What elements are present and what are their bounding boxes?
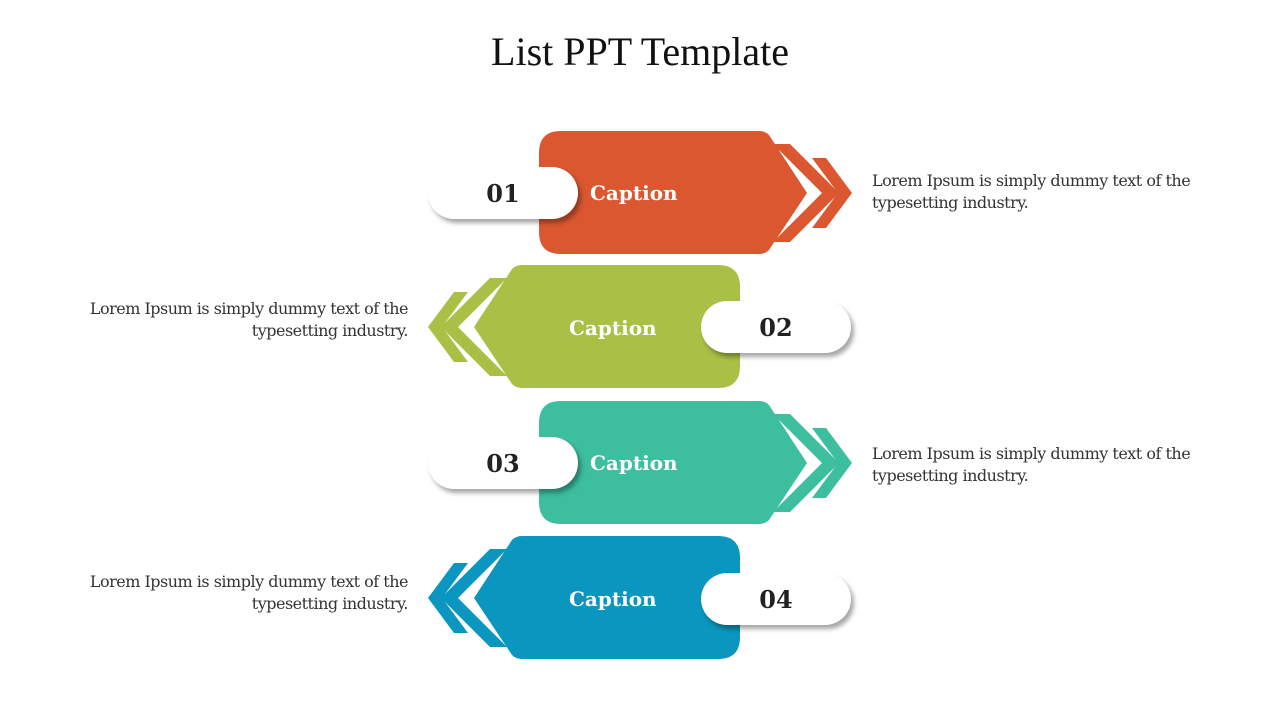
item-number-badge: 02 [701,301,851,353]
item-description: Lorem Ipsum is simply dummy text of the … [872,171,1191,212]
list-item-1-shape [539,131,852,254]
item-description: Lorem Ipsum is simply dummy text of the … [89,572,409,613]
item-description: Lorem Ipsum is simply dummy text of the … [872,444,1191,485]
item-caption: Caption [569,316,657,340]
item-caption: Caption [590,181,678,205]
list-item-3-shape [539,401,852,524]
item-number-badge: 03 [428,437,578,489]
item-caption: Caption [569,587,657,611]
item-caption: Caption [590,451,678,475]
item-description: Lorem Ipsum is simply dummy text of the … [89,299,409,340]
item-number-badge: 01 [428,167,578,219]
item-number-badge: 04 [701,573,851,625]
